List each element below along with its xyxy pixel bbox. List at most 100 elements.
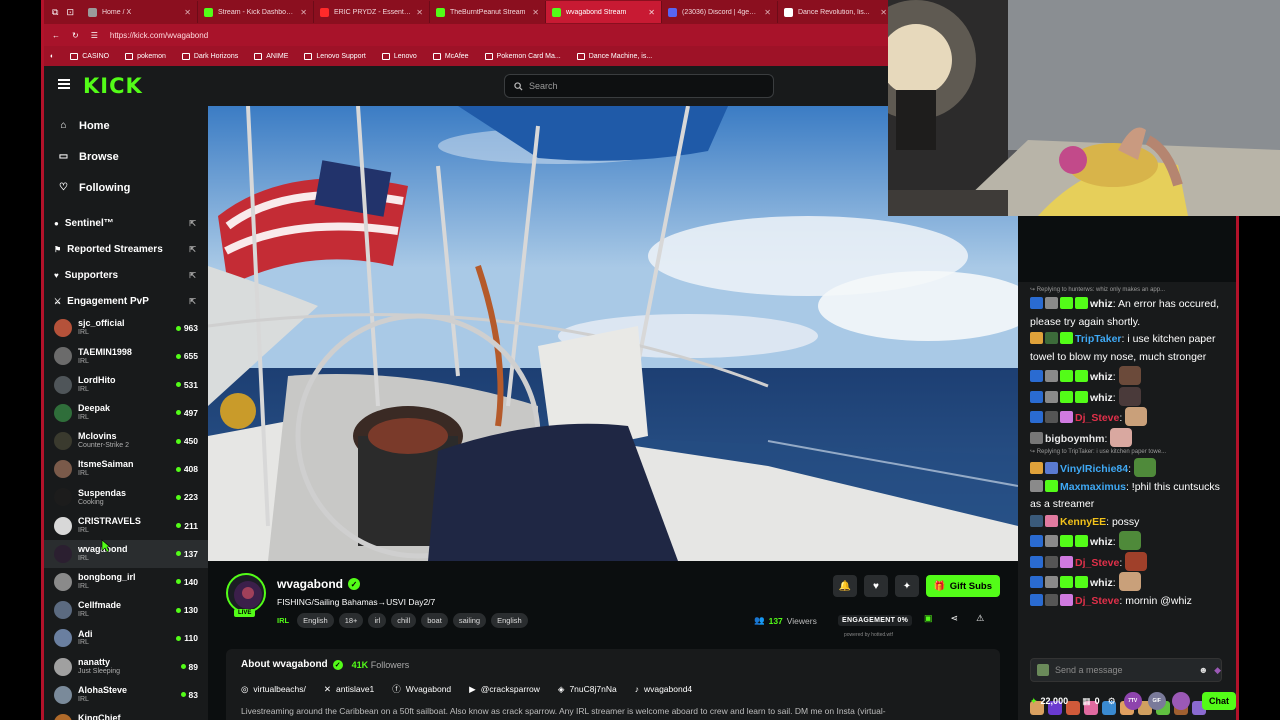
sidebar-channel[interactable]: wvagabondIRL 137 — [44, 539, 208, 568]
sidebar-channel[interactable]: Mclovins Counter-Strike 2 450 — [44, 427, 208, 455]
sidebar-section[interactable]: ⚔ Engagement PvP ⇱ — [44, 288, 208, 314]
streamer-avatar[interactable] — [226, 573, 266, 613]
reload-icon[interactable]: ↻ — [72, 31, 79, 40]
stream-tag[interactable]: English — [297, 613, 334, 628]
sidebar-channel[interactable]: Adi IRL 110 — [44, 624, 208, 652]
tab-actions-icon[interactable]: ⧉ — [52, 7, 58, 18]
bookmark-item[interactable]: Lenovo Support — [304, 52, 366, 60]
chat-username[interactable]: whiz — [1090, 298, 1113, 310]
browser-tab[interactable]: TheBurntPeanut Stream ✕ — [430, 1, 546, 23]
url-field[interactable]: https://kick.com/wvagabond — [110, 31, 208, 40]
social-link[interactable]: ◈ 7nuC8j7nNa — [558, 683, 617, 695]
chat-username[interactable]: VinylRichie84 — [1060, 463, 1128, 475]
chat-username[interactable]: whiz — [1090, 371, 1113, 383]
bookmark-item[interactable]: CASINO — [70, 52, 109, 60]
tab-close-icon[interactable]: ✕ — [764, 8, 771, 17]
chat-username[interactable]: whiz — [1090, 577, 1113, 589]
social-link[interactable]: ◎ virtualbeachs/ — [241, 683, 306, 695]
chat-username[interactable]: Maxmaximus — [1060, 481, 1126, 493]
sidebar-section[interactable]: ● Sentinel™ ⇱ — [44, 211, 208, 237]
tab-close-icon[interactable]: ✕ — [416, 8, 423, 17]
tab-close-icon[interactable]: ✕ — [300, 8, 307, 17]
stream-tag[interactable]: sailing — [452, 613, 487, 628]
sidebar-channel[interactable]: sjc_official IRL 963 — [44, 314, 208, 342]
sidebar-channel[interactable]: bongbong_irl IRL 140 — [44, 568, 208, 596]
bookmark-item[interactable]: pokemon — [125, 52, 166, 60]
extension-icon[interactable]: ◆ — [1214, 665, 1221, 676]
sidebar-section[interactable]: ⚑ Reported Streamers ⇱ — [44, 237, 208, 263]
social-link[interactable]: ✕ antislave1 — [324, 683, 374, 695]
chat-username[interactable]: whiz — [1090, 536, 1113, 548]
chat-username[interactable]: Dj_Steve — [1075, 595, 1119, 607]
bookmark-item[interactable]: Pokemon Card Ma... — [484, 52, 561, 60]
browser-tab[interactable]: Stream - Kick Dashboard ✕ — [198, 1, 314, 23]
stream-tag[interactable]: chill — [391, 613, 417, 628]
chat-username[interactable]: bigboymhm — [1045, 433, 1105, 445]
report-icon[interactable]: ⚠ — [976, 613, 984, 624]
bookmark-item[interactable]: ANIME — [254, 52, 288, 60]
chat-extension-button[interactable]: GIF — [1147, 692, 1166, 710]
stream-tag[interactable]: English — [491, 613, 528, 628]
sidebar-channel[interactable]: Suspendas Cooking 223 — [44, 483, 208, 511]
extension-icon[interactable]: ▣ — [924, 613, 933, 624]
stream-tag[interactable]: 18+ — [338, 613, 364, 628]
popout-icon[interactable]: ⇱ — [189, 297, 196, 306]
gift-subs-button[interactable]: 🎁 Gift Subs — [925, 575, 1000, 597]
chat-username[interactable]: Dj_Steve — [1075, 557, 1119, 569]
sidebar-channel[interactable]: LordHito IRL 531 — [44, 371, 208, 399]
streamer-name[interactable]: wvagabond ✓ — [277, 577, 361, 591]
site-info-icon[interactable]: ☰ — [91, 31, 98, 40]
sidebar-channel[interactable]: KingChiefIRL76 — [44, 709, 208, 720]
emote-picker-icon[interactable] — [1037, 664, 1049, 676]
menu-icon[interactable] — [58, 79, 70, 89]
browser-tab[interactable]: wvagabond Stream ✕ — [545, 1, 662, 23]
sidebar-channel[interactable]: nanatty Just Sleeping 89 — [44, 652, 208, 680]
back-icon[interactable]: ← — [52, 31, 60, 40]
settings-icon[interactable]: ⚙ — [1108, 696, 1116, 707]
tab-close-icon[interactable]: ✕ — [532, 8, 539, 17]
bookmark-item[interactable]: Lenovo — [381, 52, 417, 60]
tab-group-icon[interactable]: ⊡ — [66, 7, 74, 18]
share-icon[interactable]: ⋖ — [951, 613, 959, 624]
sidebar-channel[interactable]: ItsmeSaiman IRL 408 — [44, 455, 208, 483]
sidebar-channel[interactable]: CRISTRAVELS IRL 211 — [44, 512, 208, 540]
sidebar-channel[interactable]: Deepak IRL 497 — [44, 399, 208, 427]
popout-icon[interactable]: ⇱ — [189, 219, 196, 228]
notification-bell-button[interactable]: 🔔 — [832, 575, 857, 597]
social-link[interactable]: ▶ @cracksparrow — [469, 683, 540, 695]
tab-close-icon[interactable]: ✕ — [648, 8, 655, 17]
bookmark-item[interactable]: McAfee — [432, 52, 469, 60]
sidebar-channel[interactable]: TAEMIN1998 IRL 655 — [44, 342, 208, 370]
browser-tab[interactable]: Dance Revolution, lis... ✕ — [778, 1, 888, 23]
chat-username[interactable]: TripTaker — [1075, 333, 1122, 345]
popout-icon[interactable]: ⇱ — [189, 271, 196, 280]
follow-button[interactable]: ♥ — [863, 575, 888, 597]
emoji-icon[interactable]: ☻ — [1199, 665, 1208, 675]
stream-tag[interactable]: irl — [368, 613, 387, 628]
channel-points[interactable]: 22,000 — [1041, 696, 1069, 706]
search-input[interactable]: Search — [504, 74, 774, 98]
category-link[interactable]: IRL — [277, 616, 289, 625]
sidebar-channel[interactable]: Cellfmade IRL 130 — [44, 596, 208, 624]
apps-icon[interactable]: ◐ — [50, 53, 54, 60]
tab-close-icon[interactable]: ✕ — [184, 8, 191, 17]
chat-send-button[interactable]: Chat — [1202, 692, 1236, 710]
social-link[interactable]: ⓕ Wvagabond — [392, 683, 451, 695]
bookmark-item[interactable]: Dance Machine, is... — [576, 52, 652, 60]
browser-tab[interactable]: (23036) Discord | 4generals ✕ — [662, 1, 778, 23]
chat-input[interactable]: Send a message ☻ ◆ — [1030, 658, 1222, 682]
chat-extension-button[interactable] — [1171, 692, 1190, 710]
clip-button[interactable]: ✦ — [894, 575, 919, 597]
chat-username[interactable]: Dj_Steve — [1075, 412, 1119, 424]
popout-icon[interactable]: ⇱ — [189, 245, 196, 254]
chat-username[interactable]: KennyEE — [1060, 516, 1106, 528]
kick-logo[interactable]: KICK — [83, 74, 143, 98]
chat-username[interactable]: whiz — [1090, 392, 1113, 404]
browser-tab[interactable]: ERIC PRYDZ - Essential Mix ✕ — [314, 1, 430, 23]
stream-tag[interactable]: boat — [421, 613, 448, 628]
chat-extension-button[interactable]: 7TV — [1123, 692, 1142, 710]
sidebar-section[interactable]: ♥ Supporters ⇱ — [44, 263, 208, 289]
social-link[interactable]: ♪ wvagabond4 — [635, 683, 692, 695]
browser-tab[interactable]: Home / X ✕ — [82, 1, 198, 23]
nav-browse[interactable]: ▭ Browse — [44, 141, 208, 172]
